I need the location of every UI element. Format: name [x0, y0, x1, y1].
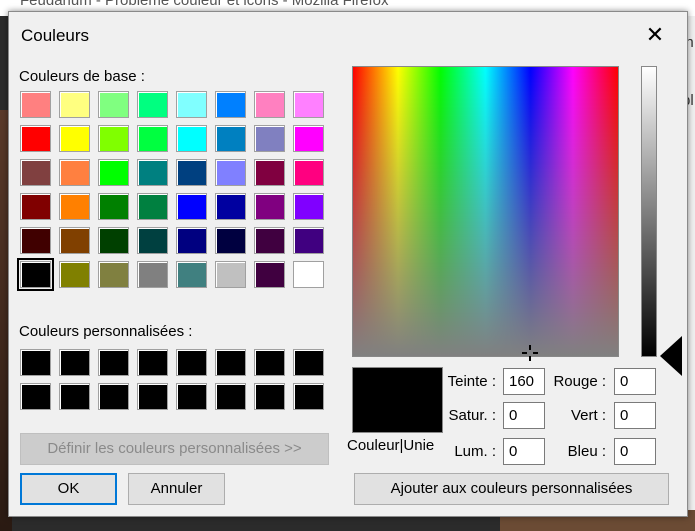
basic-color-swatch[interactable] — [254, 261, 285, 288]
basic-color-swatch[interactable] — [137, 91, 168, 118]
basic-color-swatch[interactable] — [137, 227, 168, 254]
red-label: Rouge : — [553, 373, 606, 390]
basic-color-swatch[interactable] — [176, 159, 207, 186]
basic-color-swatch[interactable] — [20, 91, 51, 118]
basic-color-swatch[interactable] — [137, 193, 168, 220]
basic-color-swatch[interactable] — [98, 159, 129, 186]
basic-color-swatch[interactable] — [98, 125, 129, 152]
custom-color-swatch[interactable] — [215, 349, 246, 376]
custom-color-swatch[interactable] — [59, 349, 90, 376]
basic-color-swatch[interactable] — [17, 258, 54, 291]
custom-color-swatch[interactable] — [254, 349, 285, 376]
color-spectrum-picker[interactable] — [352, 66, 619, 357]
basic-color-swatch[interactable] — [254, 91, 285, 118]
basic-color-swatch[interactable] — [176, 125, 207, 152]
custom-color-swatch[interactable] — [254, 383, 285, 410]
basic-color-swatch[interactable] — [98, 91, 129, 118]
basic-color-swatch[interactable] — [176, 91, 207, 118]
blue-input[interactable]: 0 — [614, 438, 656, 465]
background-window-title: Feudarium - Problème couleur et icons - … — [20, 0, 389, 9]
basic-color-swatch[interactable] — [293, 125, 324, 152]
ok-button[interactable]: OK — [20, 473, 117, 505]
define-custom-colors-button[interactable]: Définir les couleurs personnalisées >> — [20, 433, 329, 465]
basic-color-swatch[interactable] — [59, 261, 90, 288]
dialog-title: Couleurs — [21, 26, 90, 45]
custom-color-swatch[interactable] — [176, 383, 207, 410]
color-dialog: Couleurs ✕ Couleurs de base : Couleurs p… — [8, 11, 688, 517]
basic-color-swatch[interactable] — [254, 125, 285, 152]
custom-color-swatch[interactable] — [98, 349, 129, 376]
basic-color-swatch[interactable] — [20, 125, 51, 152]
basic-color-swatch[interactable] — [293, 193, 324, 220]
custom-color-swatch[interactable] — [293, 349, 324, 376]
basic-color-swatch[interactable] — [254, 227, 285, 254]
custom-color-swatch[interactable] — [176, 349, 207, 376]
basic-color-swatch[interactable] — [98, 193, 129, 220]
basic-color-swatch[interactable] — [293, 227, 324, 254]
basic-color-swatch[interactable] — [176, 261, 207, 288]
basic-color-swatch[interactable] — [215, 91, 246, 118]
basic-color-swatch[interactable] — [176, 193, 207, 220]
custom-color-swatch[interactable] — [215, 383, 246, 410]
green-label: Vert : — [570, 407, 606, 424]
add-to-custom-colors-button[interactable]: Ajouter aux couleurs personnalisées — [354, 473, 669, 505]
basic-color-swatch[interactable] — [20, 193, 51, 220]
saturation-label: Satur. : — [448, 407, 496, 424]
basic-color-swatch[interactable] — [137, 125, 168, 152]
preview-label: Couleur|Unie — [347, 437, 435, 454]
custom-color-swatch[interactable] — [98, 383, 129, 410]
basic-color-swatch[interactable] — [59, 125, 90, 152]
red-input[interactable]: 0 — [614, 368, 656, 395]
luminosity-slider[interactable] — [641, 66, 657, 357]
custom-color-swatch[interactable] — [137, 383, 168, 410]
basic-color-swatch[interactable] — [59, 91, 90, 118]
basic-color-swatch[interactable] — [59, 159, 90, 186]
basic-color-swatch[interactable] — [20, 227, 51, 254]
custom-color-swatch[interactable] — [20, 349, 51, 376]
basic-color-swatch[interactable] — [59, 227, 90, 254]
custom-color-swatch[interactable] — [59, 383, 90, 410]
custom-colors-label: Couleurs personnalisées : — [19, 323, 193, 340]
basic-color-swatch[interactable] — [254, 159, 285, 186]
basic-color-swatch[interactable] — [59, 193, 90, 220]
basic-color-swatch[interactable] — [293, 91, 324, 118]
luminosity-label: Lum. : — [454, 443, 496, 460]
basic-color-swatch[interactable] — [215, 261, 246, 288]
blue-label: Bleu : — [567, 443, 606, 460]
green-input[interactable]: 0 — [614, 402, 656, 429]
basic-color-swatch[interactable] — [293, 261, 324, 288]
custom-color-swatch[interactable] — [20, 383, 51, 410]
basic-color-swatch[interactable] — [137, 261, 168, 288]
crosshair-icon — [522, 345, 538, 361]
close-icon[interactable]: ✕ — [641, 22, 669, 50]
basic-color-swatch[interactable] — [293, 159, 324, 186]
hue-label: Teinte : — [447, 373, 496, 390]
basic-color-swatch[interactable] — [176, 227, 207, 254]
basic-color-swatch[interactable] — [215, 227, 246, 254]
basic-color-swatch[interactable] — [137, 159, 168, 186]
basic-color-swatch[interactable] — [98, 227, 129, 254]
basic-colors-label: Couleurs de base : — [19, 68, 145, 85]
basic-color-swatch[interactable] — [254, 193, 285, 220]
basic-color-swatch[interactable] — [215, 193, 246, 220]
cancel-button[interactable]: Annuler — [128, 473, 225, 505]
basic-color-swatch[interactable] — [215, 125, 246, 152]
custom-color-swatch[interactable] — [293, 383, 324, 410]
luminosity-arrow-icon[interactable] — [660, 336, 682, 376]
custom-color-swatch[interactable] — [137, 349, 168, 376]
basic-color-swatch[interactable] — [98, 261, 129, 288]
basic-color-swatch[interactable] — [20, 159, 51, 186]
basic-color-swatch[interactable] — [215, 159, 246, 186]
